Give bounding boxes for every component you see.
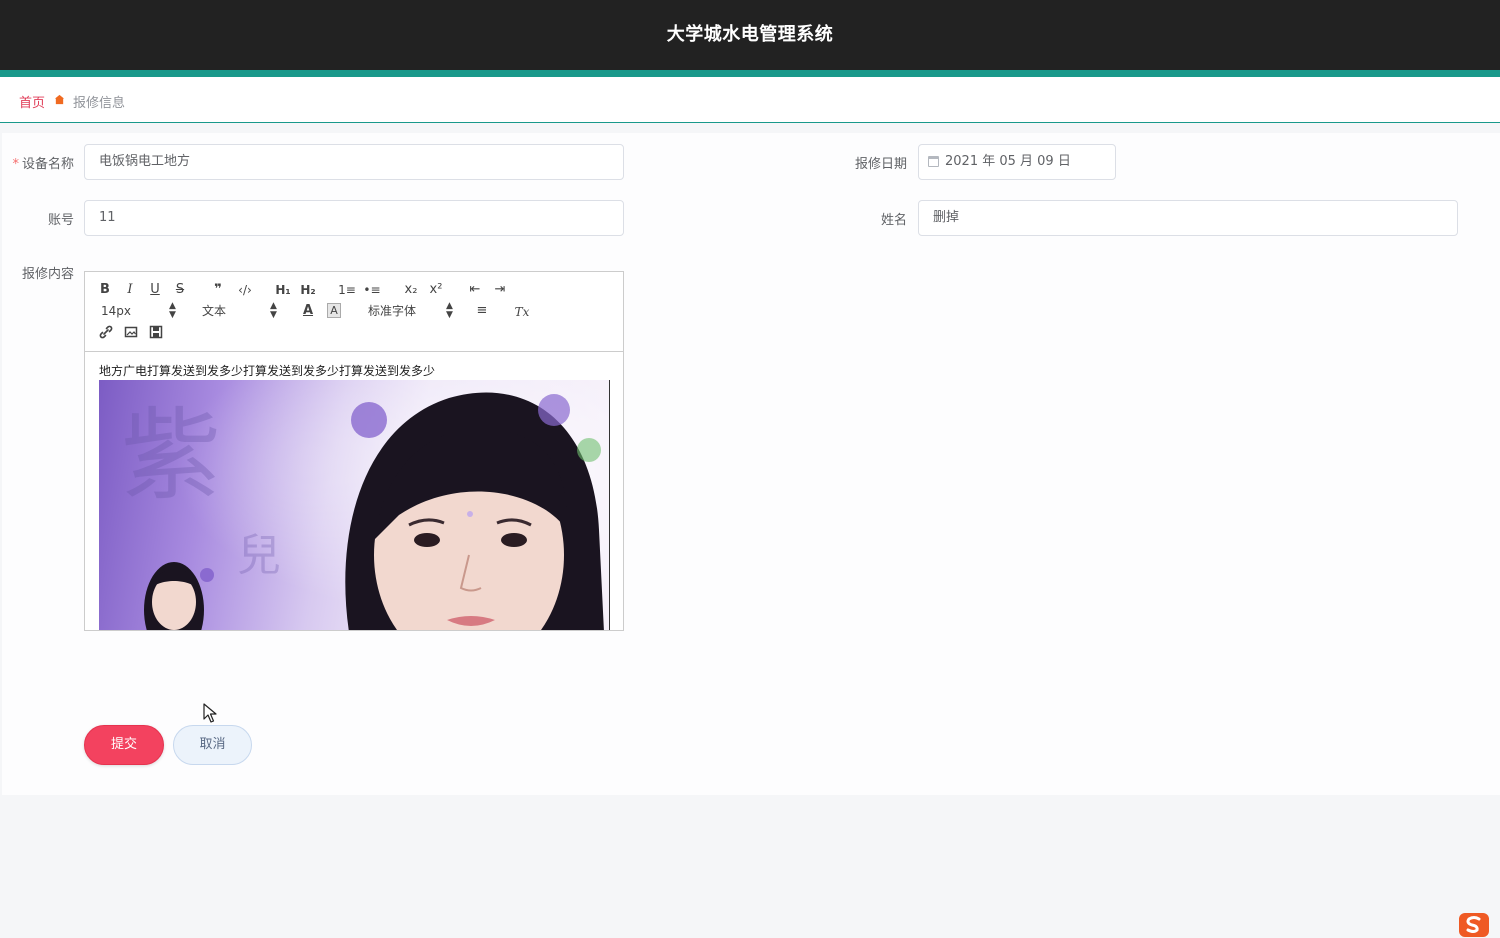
select-arrows-icon: ▲ ▼	[446, 301, 453, 320]
bullet-list-button[interactable]: •≡	[362, 281, 382, 299]
clean-format-button[interactable]: Tx	[513, 303, 531, 321]
align-button[interactable]: ≡	[473, 302, 491, 320]
image-icon	[124, 326, 138, 338]
calendar-icon	[928, 156, 939, 167]
ordered-list-button[interactable]: 1≡	[337, 281, 357, 299]
content-label: 报修内容	[21, 267, 74, 282]
link-button[interactable]	[98, 325, 114, 343]
required-mark: *	[12, 157, 19, 172]
code-block-button[interactable]: ‹/›	[234, 281, 256, 299]
video-button[interactable]	[148, 325, 164, 343]
outdent-button[interactable]: ⇤	[465, 281, 485, 299]
account-input[interactable]: 11	[84, 200, 624, 236]
repair-date-picker[interactable]: 2021 年 05 月 09 日	[918, 144, 1116, 180]
breadcrumb-current: 报修信息	[73, 96, 126, 111]
breadcrumb: 首页 报修信息	[0, 77, 1500, 123]
device-name-label: * 设备名称	[12, 157, 74, 172]
text-color-button[interactable]: A	[301, 302, 315, 320]
breadcrumb-home-link[interactable]: 首页	[19, 92, 45, 111]
italic-button[interactable]: I	[123, 281, 137, 299]
h1-button[interactable]: H₁	[273, 281, 293, 299]
repair-date-label: 报修日期	[854, 157, 907, 172]
bold-button[interactable]: B	[98, 281, 112, 299]
repair-date-value: 2021 年 05 月 09 日	[945, 154, 1071, 169]
account-label: 账号	[47, 213, 74, 228]
submit-button[interactable]: 提交	[84, 725, 164, 765]
home-separator-icon	[54, 94, 65, 105]
font-size-select[interactable]: 14px ▲ ▼	[101, 302, 177, 320]
header-select[interactable]: 文本 ▲ ▼	[202, 302, 278, 320]
name-input[interactable]: 删掉	[918, 200, 1458, 236]
svg-text:紫: 紫	[121, 397, 221, 514]
cancel-button[interactable]: 取消	[173, 725, 252, 765]
background-color-button[interactable]: A	[327, 303, 341, 318]
name-label: 姓名	[880, 213, 907, 228]
h2-button[interactable]: H₂	[298, 281, 318, 299]
video-icon	[149, 325, 163, 339]
app-title: 大学城水电管理系统	[666, 24, 834, 45]
indent-button[interactable]: ⇥	[490, 281, 510, 299]
editor-toolbar: B I U S ❞ ‹/› H₁ H₂ 1≡ •≡ x₂ x² ⇤ ⇥ 14px…	[85, 272, 623, 352]
image-button[interactable]	[123, 325, 139, 343]
font-family-select[interactable]: 标准字体 ▲ ▼	[368, 302, 454, 320]
mouse-cursor-icon	[203, 703, 217, 723]
select-arrows-icon: ▲ ▼	[270, 301, 277, 320]
editor-content-area[interactable]: 地方广电打算发送到发多少打算发送到发多少打算发送到发多少 紫 兒	[85, 352, 623, 630]
rich-text-editor: B I U S ❞ ‹/› H₁ H₂ 1≡ •≡ x₂ x² ⇤ ⇥ 14px…	[84, 271, 624, 631]
portrait-photo-illustration: 紫 兒	[99, 380, 609, 630]
superscript-button[interactable]: x²	[426, 281, 446, 299]
editor-text: 地方广电打算发送到发多少打算发送到发多少打算发送到发多少	[99, 364, 436, 378]
accent-bar	[0, 70, 1500, 77]
link-icon	[99, 325, 113, 339]
select-arrows-icon: ▲ ▼	[169, 301, 176, 320]
underline-button[interactable]: U	[148, 281, 162, 299]
embedded-photo: 紫 兒	[99, 380, 610, 630]
svg-text:兒: 兒	[237, 530, 281, 581]
quote-button[interactable]: ❞	[210, 281, 226, 299]
top-bar: 大学城水电管理系统	[0, 0, 1500, 70]
subscript-button[interactable]: x₂	[401, 281, 421, 299]
device-name-input[interactable]: 电饭锅电工地方	[84, 144, 624, 180]
input-method-logo-icon	[1459, 913, 1489, 937]
strike-button[interactable]: S	[173, 281, 187, 299]
